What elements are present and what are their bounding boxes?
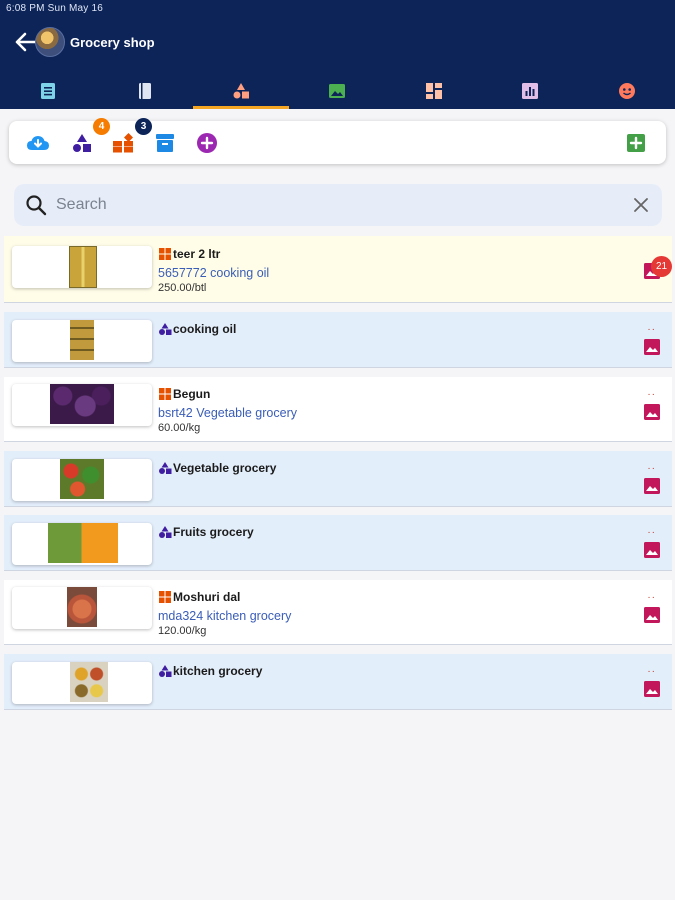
item-name: Fruits grocery bbox=[173, 525, 254, 539]
image-icon[interactable] bbox=[643, 477, 661, 495]
shapes-icon bbox=[233, 82, 250, 98]
item-name: cooking oil bbox=[173, 322, 237, 336]
item-thumbnail-card bbox=[12, 587, 152, 629]
list-item[interactable]: Begun bsrt42 Vegetable grocery 60.00/kg … bbox=[4, 377, 672, 442]
add-item-button[interactable] bbox=[623, 130, 649, 156]
list-item[interactable]: Moshuri dal mda324 kitchen grocery 120.0… bbox=[4, 580, 672, 645]
tab-profile[interactable] bbox=[579, 72, 675, 109]
item-name: Vegetable grocery bbox=[173, 461, 277, 475]
item-price: 60.00/kg bbox=[158, 422, 201, 434]
cloud-download-button[interactable] bbox=[25, 130, 51, 156]
status-bar-time: 6:08 PM Sun May 16 bbox=[6, 3, 103, 14]
category-icon bbox=[159, 526, 172, 538]
image-icon[interactable] bbox=[643, 541, 661, 559]
item-thumbnail-card bbox=[12, 246, 152, 288]
dashboard-icon bbox=[425, 82, 442, 99]
item-thumbnail-card bbox=[12, 384, 152, 426]
face-icon bbox=[618, 82, 635, 99]
tab-reports[interactable] bbox=[482, 72, 578, 109]
spices-image bbox=[70, 662, 108, 702]
item-thumbnail-card bbox=[12, 662, 152, 704]
tab-images[interactable] bbox=[289, 72, 385, 109]
item-name: kitchen grocery bbox=[173, 664, 263, 678]
categories-button[interactable] bbox=[69, 130, 95, 156]
shop-avatar[interactable] bbox=[35, 27, 65, 57]
more-dots[interactable]: ·· bbox=[647, 527, 656, 538]
products-button[interactable] bbox=[110, 130, 136, 156]
category-icon bbox=[159, 323, 172, 335]
widgets-icon bbox=[113, 133, 133, 153]
image-icon bbox=[329, 83, 346, 98]
product-icon bbox=[159, 248, 171, 260]
fruits-image bbox=[48, 523, 118, 563]
action-toolbar: 4 3 bbox=[9, 118, 666, 164]
item-price: 250.00/btl bbox=[158, 282, 207, 294]
search-input[interactable] bbox=[56, 192, 616, 218]
add-circle-button[interactable] bbox=[194, 130, 220, 156]
tab-bar bbox=[0, 72, 675, 109]
product-icon bbox=[159, 591, 171, 603]
oil-bottle-image bbox=[69, 246, 97, 288]
list-item[interactable]: Fruits grocery ·· bbox=[4, 515, 672, 571]
shapes-icon bbox=[73, 134, 91, 152]
more-dots[interactable]: ·· bbox=[647, 592, 656, 603]
more-dots[interactable]: ·· bbox=[647, 666, 656, 677]
categories-count-badge: 4 bbox=[93, 118, 110, 135]
item-subtitle[interactable]: mda324 kitchen grocery bbox=[158, 609, 291, 623]
lentils-image bbox=[67, 587, 97, 627]
image-icon[interactable] bbox=[643, 403, 661, 421]
list-item[interactable]: teer 2 ltr 5657772 cooking oil 250.00/bt… bbox=[4, 236, 672, 303]
archive-icon bbox=[156, 134, 174, 152]
close-icon[interactable] bbox=[632, 196, 650, 214]
add-circle-icon bbox=[197, 133, 217, 153]
item-subtitle[interactable]: 5657772 cooking oil bbox=[158, 266, 269, 280]
list-icon bbox=[41, 82, 56, 99]
item-thumbnail-card bbox=[12, 320, 152, 362]
item-price: 120.00/kg bbox=[158, 625, 207, 637]
add-box-icon bbox=[627, 134, 645, 152]
search-icon bbox=[26, 195, 47, 216]
tab-dashboard[interactable] bbox=[386, 72, 482, 109]
list-item[interactable]: cooking oil ·· bbox=[4, 312, 672, 368]
item-thumbnail-card bbox=[12, 523, 152, 565]
image-icon[interactable] bbox=[643, 606, 661, 624]
item-subtitle[interactable]: bsrt42 Vegetable grocery bbox=[158, 406, 297, 420]
oil-bottles-image bbox=[70, 320, 94, 360]
product-icon bbox=[159, 388, 171, 400]
more-dots[interactable]: ·· bbox=[647, 324, 656, 335]
search-bar bbox=[14, 184, 662, 226]
category-icon bbox=[159, 462, 172, 474]
tab-list[interactable] bbox=[0, 72, 96, 109]
image-icon[interactable] bbox=[643, 680, 661, 698]
list-item[interactable]: Vegetable grocery ·· bbox=[4, 451, 672, 507]
eggplant-image bbox=[50, 384, 114, 424]
app-header: 6:08 PM Sun May 16 Grocery shop bbox=[0, 0, 675, 109]
vegetables-image bbox=[60, 459, 104, 499]
item-count-badge: 21 bbox=[651, 256, 672, 277]
item-name: teer 2 ltr bbox=[173, 247, 221, 261]
item-name: Begun bbox=[173, 387, 211, 401]
category-icon bbox=[159, 665, 172, 677]
tab-categories[interactable] bbox=[192, 72, 290, 109]
book-icon bbox=[138, 82, 151, 99]
item-thumbnail-card bbox=[12, 459, 152, 501]
products-count-badge: 3 bbox=[135, 118, 152, 135]
list-item[interactable]: kitchen grocery ·· bbox=[4, 654, 672, 710]
archive-button[interactable] bbox=[152, 130, 178, 156]
more-dots[interactable]: ·· bbox=[647, 463, 656, 474]
chart-icon bbox=[522, 82, 539, 99]
cloud-download-icon bbox=[27, 136, 49, 150]
item-name: Moshuri dal bbox=[173, 590, 241, 604]
image-icon[interactable] bbox=[643, 338, 661, 356]
more-dots[interactable]: ·· bbox=[647, 389, 656, 400]
tab-book[interactable] bbox=[96, 72, 192, 109]
page-title: Grocery shop bbox=[70, 35, 155, 50]
